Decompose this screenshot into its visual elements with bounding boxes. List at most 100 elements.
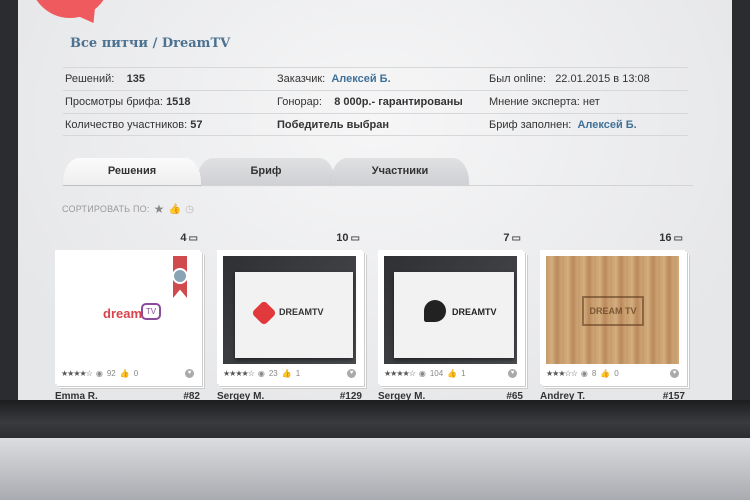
tab-participants[interactable]: Участники bbox=[331, 158, 469, 185]
brief-label: Бриф заполнен: bbox=[489, 119, 572, 131]
likes-count: 1 bbox=[295, 368, 301, 378]
card-stats: ★★★☆☆ ◉ 8 👍 0 ♥ bbox=[546, 367, 679, 379]
monitor-bezel bbox=[0, 400, 750, 438]
comments-icon: ▭ bbox=[188, 233, 198, 244]
solutions-label: Решений: bbox=[65, 73, 115, 85]
online-value: 22.01.2015 в 13:08 bbox=[555, 73, 650, 85]
sort-rating-star-icon[interactable]: ★ bbox=[154, 202, 165, 216]
likes-thumb-icon[interactable]: 👍 bbox=[447, 369, 457, 378]
engraved-logo-mark: DREAM TV bbox=[582, 296, 644, 326]
views-count: 92 bbox=[106, 368, 116, 378]
card-stats: ★★★★☆ ◉ 92 👍 0 ♥ bbox=[61, 367, 194, 379]
tabs-divider bbox=[63, 185, 693, 186]
solutions-grid: 4 ▭ dream TV ★★★★☆ ◉ 92 👍 0 ♥ Emma R. #8… bbox=[55, 230, 695, 400]
card-frame: DREAMTV ★★★★☆ ◉ 23 👍 1 ♥ bbox=[217, 250, 362, 384]
solution-thumbnail[interactable]: DREAMTV bbox=[384, 256, 517, 364]
participants-label: Количество участников: bbox=[65, 119, 188, 131]
tv-logo-icon: TV bbox=[141, 303, 161, 320]
views-count: 8 bbox=[591, 368, 597, 378]
views-value: 1518 bbox=[166, 96, 191, 108]
comments-icon: ▭ bbox=[350, 233, 360, 244]
rating-stars: ★★★★☆ bbox=[384, 368, 416, 378]
info-row: Количество участников: 57 Победитель выб… bbox=[63, 113, 688, 136]
participants-value: 57 bbox=[190, 119, 203, 131]
dreamtv-logo-mark: dream bbox=[103, 306, 143, 321]
likes-count: 0 bbox=[614, 368, 619, 378]
solutions-value: 135 bbox=[126, 73, 145, 85]
rating-stars: ★★★★☆ bbox=[223, 368, 255, 378]
card-author-row: Sergey M. #65 bbox=[378, 391, 523, 400]
info-row: Просмотры брифа: 1518 Гонорар: 8 000р.- … bbox=[63, 90, 688, 113]
dreamtv-black-logo-icon bbox=[424, 300, 446, 322]
views-eye-icon: ◉ bbox=[95, 368, 103, 378]
solution-thumbnail[interactable]: DREAMTV bbox=[223, 256, 356, 364]
author-name[interactable]: Sergey M. bbox=[217, 391, 264, 400]
views-eye-icon: ◉ bbox=[418, 368, 426, 378]
likes-thumb-icon[interactable]: 👍 bbox=[282, 369, 292, 378]
solution-number: #65 bbox=[506, 391, 523, 400]
dreamtv-logo-text: DREAMTV bbox=[452, 307, 497, 317]
card-frame: DREAMTV ★★★★☆ ◉ 104 👍 1 ♥ bbox=[378, 250, 523, 384]
card-comment-count: 7 bbox=[503, 232, 510, 244]
winner-status: Победитель выбран bbox=[277, 119, 390, 131]
fee-value: 8 000р.- гарантированы bbox=[334, 96, 463, 108]
monitor-screen: Все питчи / DreamTV Решений: 135 Заказчи… bbox=[0, 0, 750, 400]
rating-stars: ★★★★☆ bbox=[61, 368, 93, 378]
breadcrumb[interactable]: Все питчи / DreamTV bbox=[70, 36, 230, 51]
brief-author-link[interactable]: Алексей Б. bbox=[577, 119, 636, 131]
author-name[interactable]: Sergey M. bbox=[378, 391, 425, 400]
fee-label: Гонорар: bbox=[277, 96, 322, 108]
tab-solutions[interactable]: Решения bbox=[63, 158, 201, 185]
likes-count: 0 bbox=[133, 368, 139, 378]
sort-label: СОРТИРОВАТЬ ПО: bbox=[62, 204, 150, 214]
author-name[interactable]: Emma R. bbox=[55, 391, 98, 400]
pitch-page: Все питчи / DreamTV Решений: 135 Заказчи… bbox=[18, 0, 732, 400]
likes-thumb-icon[interactable]: 👍 bbox=[600, 369, 610, 378]
comments-icon: ▭ bbox=[511, 233, 521, 244]
monitor-stand bbox=[0, 438, 750, 500]
solution-thumbnail[interactable]: dream TV bbox=[61, 256, 194, 364]
pitch-info-table: Решений: 135 Заказчик: Алексей Б. Был on… bbox=[63, 67, 688, 136]
client-label: Заказчик: bbox=[277, 73, 326, 85]
favorite-heart-icon[interactable]: ♥ bbox=[508, 368, 517, 378]
likes-count: 1 bbox=[461, 368, 466, 378]
comments-icon: ▭ bbox=[673, 233, 683, 244]
card-comment-count: 16 bbox=[659, 232, 672, 244]
card-frame: DREAM TV ★★★☆☆ ◉ 8 👍 0 ♥ bbox=[540, 250, 685, 384]
tab-brief[interactable]: Бриф bbox=[197, 158, 335, 185]
card-comment-count: 10 bbox=[336, 232, 349, 244]
author-name[interactable]: Andrey T. bbox=[540, 391, 585, 400]
favorite-heart-icon[interactable]: ♥ bbox=[670, 368, 679, 378]
views-eye-icon: ◉ bbox=[257, 368, 265, 378]
solution-thumbnail[interactable]: DREAM TV bbox=[546, 256, 679, 364]
card-stats: ★★★★☆ ◉ 23 👍 1 ♥ bbox=[223, 367, 356, 379]
client-link[interactable]: Алексей Б. bbox=[331, 73, 390, 85]
card-frame: dream TV ★★★★☆ ◉ 92 👍 0 ♥ bbox=[55, 250, 200, 384]
views-label: Просмотры брифа: bbox=[65, 96, 163, 108]
card-comment-count: 4 bbox=[180, 232, 187, 244]
sort-date-clock-icon[interactable]: ◷ bbox=[185, 204, 194, 215]
expert-value: нет bbox=[582, 96, 600, 108]
solution-number: #82 bbox=[183, 391, 200, 400]
solution-number: #129 bbox=[339, 391, 362, 400]
favorite-heart-icon[interactable]: ♥ bbox=[347, 368, 356, 378]
views-count: 104 bbox=[429, 368, 444, 378]
winner-medal-icon bbox=[172, 268, 188, 284]
sort-likes-thumb-icon[interactable]: 👍 bbox=[169, 204, 182, 215]
rating-stars: ★★★☆☆ bbox=[546, 368, 578, 378]
favorite-heart-icon[interactable]: ♥ bbox=[185, 368, 194, 378]
dreamtv-logo-text: DREAMTV bbox=[279, 307, 324, 317]
card-author-row: Sergey M. #129 bbox=[217, 391, 362, 400]
likes-thumb-icon[interactable]: 👍 bbox=[120, 369, 130, 378]
sort-bar: СОРТИРОВАТЬ ПО: ★ 👍 ◷ bbox=[62, 202, 194, 216]
card-stats: ★★★★☆ ◉ 104 👍 1 ♥ bbox=[384, 367, 517, 379]
card-author-row: Emma R. #82 bbox=[55, 391, 200, 400]
info-row: Решений: 135 Заказчик: Алексей Б. Был on… bbox=[63, 67, 688, 90]
solution-number: #157 bbox=[662, 391, 685, 400]
views-eye-icon: ◉ bbox=[580, 368, 588, 378]
online-label: Был online: bbox=[489, 73, 547, 85]
card-author-row: Andrey T. #157 bbox=[540, 391, 685, 400]
expert-label: Мнение эксперта: bbox=[489, 96, 580, 108]
pitch-tabs: Решения Бриф Участники bbox=[63, 158, 483, 186]
views-count: 23 bbox=[268, 368, 278, 378]
